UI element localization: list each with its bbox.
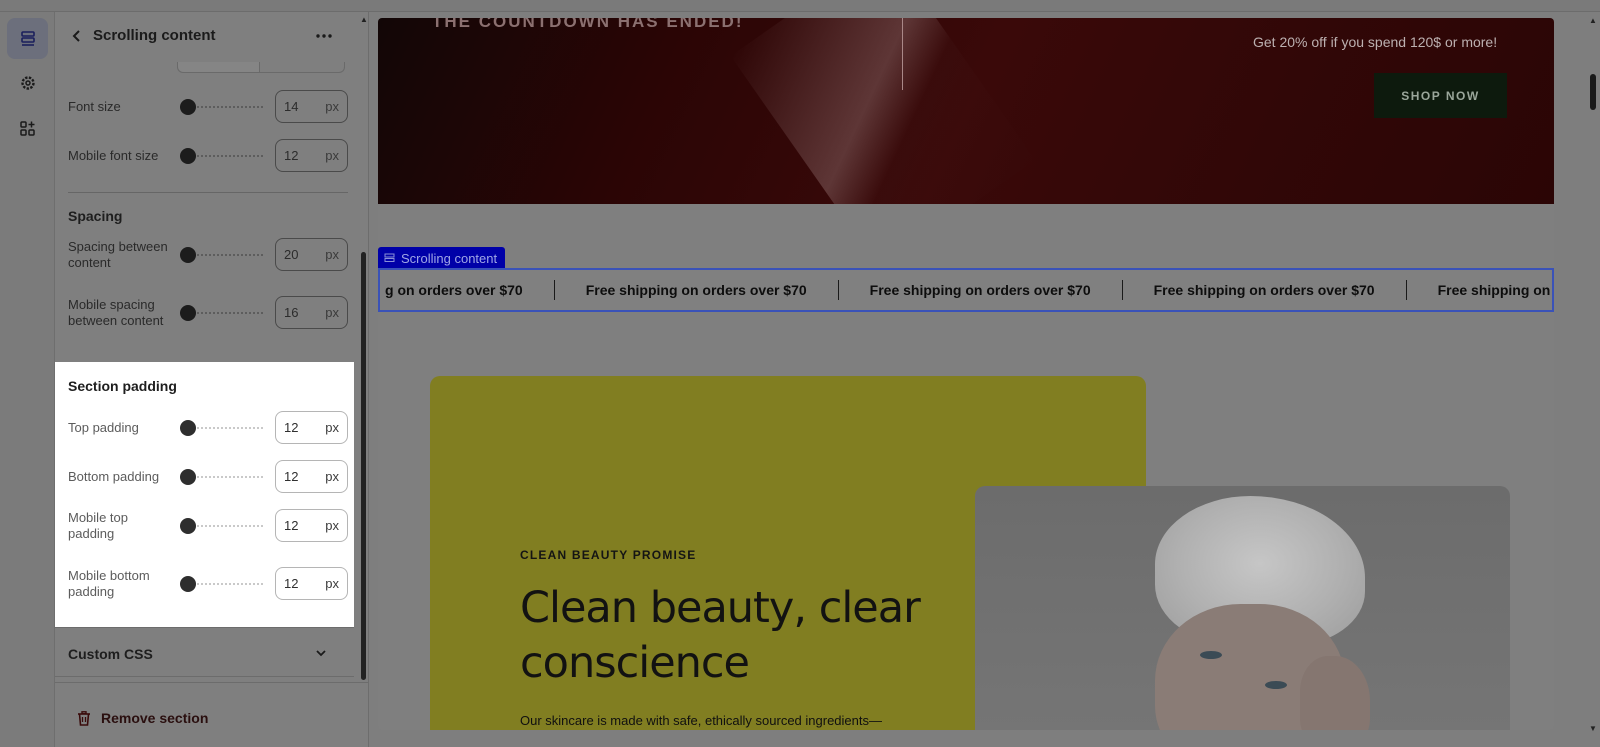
custom-css-heading: Custom CSS (68, 646, 153, 662)
mobile-font-size-input[interactable]: 12 px (275, 139, 348, 172)
marquee-item: g on orders over $70 (385, 282, 523, 298)
top-padding-label: Top padding (68, 420, 139, 435)
mobile-spacing-between-content-label: Mobile spacing between content (68, 297, 164, 328)
ellipsis-icon (316, 34, 332, 38)
hero-image-glass (730, 18, 1036, 204)
panel-title: Scrolling content (93, 27, 216, 44)
bottom-padding-label: Bottom padding (68, 469, 160, 484)
trash-icon (78, 710, 90, 726)
shop-now-button[interactable]: SHOP NOW (1374, 73, 1507, 118)
offer-text: Get 20% off if you spend 120$ or more! (1253, 34, 1498, 50)
chevron-left-icon (72, 30, 80, 42)
spacing-between-content-slider[interactable] (180, 247, 263, 263)
hero-divider-line (902, 18, 903, 90)
section-padding-heading: Section padding (68, 378, 177, 394)
remove-section-label: Remove section (101, 710, 209, 726)
mobile-spacing-between-content-input[interactable]: 16 px (275, 296, 348, 329)
slider-thumb[interactable] (180, 247, 196, 263)
spacing-heading: Spacing (68, 208, 123, 224)
spacing-between-content-input[interactable]: 20 px (275, 238, 348, 271)
gear-icon (20, 75, 35, 90)
rail-settings-button[interactable] (7, 62, 48, 103)
selected-section-tag[interactable]: Scrolling content (378, 247, 506, 269)
custom-css-accordion[interactable]: Custom CSS (55, 627, 354, 677)
icon-rail (0, 12, 55, 747)
marquee-item: Free shipping on orders (1437, 282, 1552, 298)
slider-thumb[interactable] (180, 469, 196, 485)
preview-scroll-thumb[interactable] (1590, 74, 1596, 110)
sections-icon (20, 30, 35, 46)
mobile-bottom-padding-label: Mobile bottom padding (68, 568, 150, 599)
slider-thumb[interactable] (180, 148, 196, 164)
marquee-item: Free shipping on orders over $70 (869, 282, 1091, 298)
mobile-font-size-slider[interactable] (180, 148, 263, 164)
back-button[interactable] (67, 26, 87, 46)
rail-apps-button[interactable] (7, 108, 48, 149)
promo-photo (975, 486, 1510, 730)
section-padding-group: Section padding Top padding 12 px Bottom… (55, 362, 354, 627)
mobile-spacing-between-content-slider[interactable] (180, 305, 263, 321)
slider-thumb[interactable] (180, 305, 196, 321)
top-padding-slider[interactable] (180, 420, 263, 436)
panel-scroll-thumb[interactable] (361, 252, 366, 680)
chevron-down-icon (316, 650, 326, 657)
slider-thumb[interactable] (180, 576, 196, 592)
promo-title: Clean beauty, clear conscience (520, 583, 921, 688)
mobile-bottom-padding-input[interactable]: 12 px (275, 567, 348, 600)
marquee-item: Free shipping on orders over $70 (585, 282, 807, 298)
settings-panel: Scrolling content Font size 14 px Mobile… (55, 12, 369, 747)
segmented-control-partial[interactable] (177, 62, 345, 73)
marquee-item: Free shipping on orders over $70 (1153, 282, 1375, 298)
top-padding-input[interactable]: 12 px (275, 411, 348, 444)
section-tag-label: Scrolling content (401, 250, 498, 266)
mobile-top-padding-label: Mobile top padding (68, 510, 128, 541)
slider-thumb[interactable] (180, 99, 196, 115)
apps-add-icon (19, 120, 35, 136)
slider-thumb[interactable] (180, 518, 196, 534)
scroll-up-arrow[interactable]: ▲ (360, 15, 368, 24)
photo-hand (1300, 656, 1370, 730)
sections-icon (384, 253, 395, 262)
panel-header: Scrolling content (55, 12, 368, 62)
countdown-heading: THE COUNTDOWN HAS ENDED! (432, 18, 744, 31)
bottom-padding-input[interactable]: 12 px (275, 460, 348, 493)
photo-eye (1200, 651, 1222, 659)
scrolling-content-bar[interactable]: g on orders over $70 Free shipping on or… (378, 268, 1554, 312)
hero-banner[interactable]: THE COUNTDOWN HAS ENDED! Get 20% off if … (378, 18, 1554, 204)
more-options-button[interactable] (312, 26, 336, 46)
marquee-track: g on orders over $70 Free shipping on or… (380, 270, 1552, 310)
panel-scrollbar[interactable]: ▲ ▼ (358, 12, 368, 695)
font-size-input[interactable]: 14 px (275, 90, 348, 123)
mobile-font-size-label: Mobile font size (68, 148, 159, 163)
rail-sections-button[interactable] (7, 18, 48, 59)
slider-thumb[interactable] (180, 420, 196, 436)
remove-section-button[interactable]: Remove section (77, 710, 208, 726)
scroll-down-arrow[interactable]: ▼ (1589, 724, 1597, 733)
font-size-label: Font size (68, 99, 121, 114)
photo-eye (1265, 681, 1287, 689)
font-size-slider[interactable] (180, 99, 263, 115)
mobile-top-padding-input[interactable]: 12 px (275, 509, 348, 542)
preview-canvas: THE COUNTDOWN HAS ENDED! Get 20% off if … (378, 18, 1554, 730)
mobile-top-padding-slider[interactable] (180, 518, 263, 534)
preview-scrollbar[interactable]: ▲ ▼ (1586, 12, 1600, 747)
promo-body: Our skincare is made with safe, ethicall… (520, 713, 882, 728)
scroll-up-arrow[interactable]: ▲ (1589, 16, 1597, 25)
mobile-bottom-padding-slider[interactable] (180, 576, 263, 592)
panel-footer: Remove section (55, 682, 368, 747)
spacing-between-content-label: Spacing between content (68, 239, 168, 270)
promo-eyebrow: CLEAN BEAUTY PROMISE (520, 548, 697, 562)
divider (68, 192, 348, 193)
bottom-padding-slider[interactable] (180, 469, 263, 485)
top-strip (0, 0, 1600, 12)
preview-area: THE COUNTDOWN HAS ENDED! Get 20% off if … (369, 12, 1600, 747)
